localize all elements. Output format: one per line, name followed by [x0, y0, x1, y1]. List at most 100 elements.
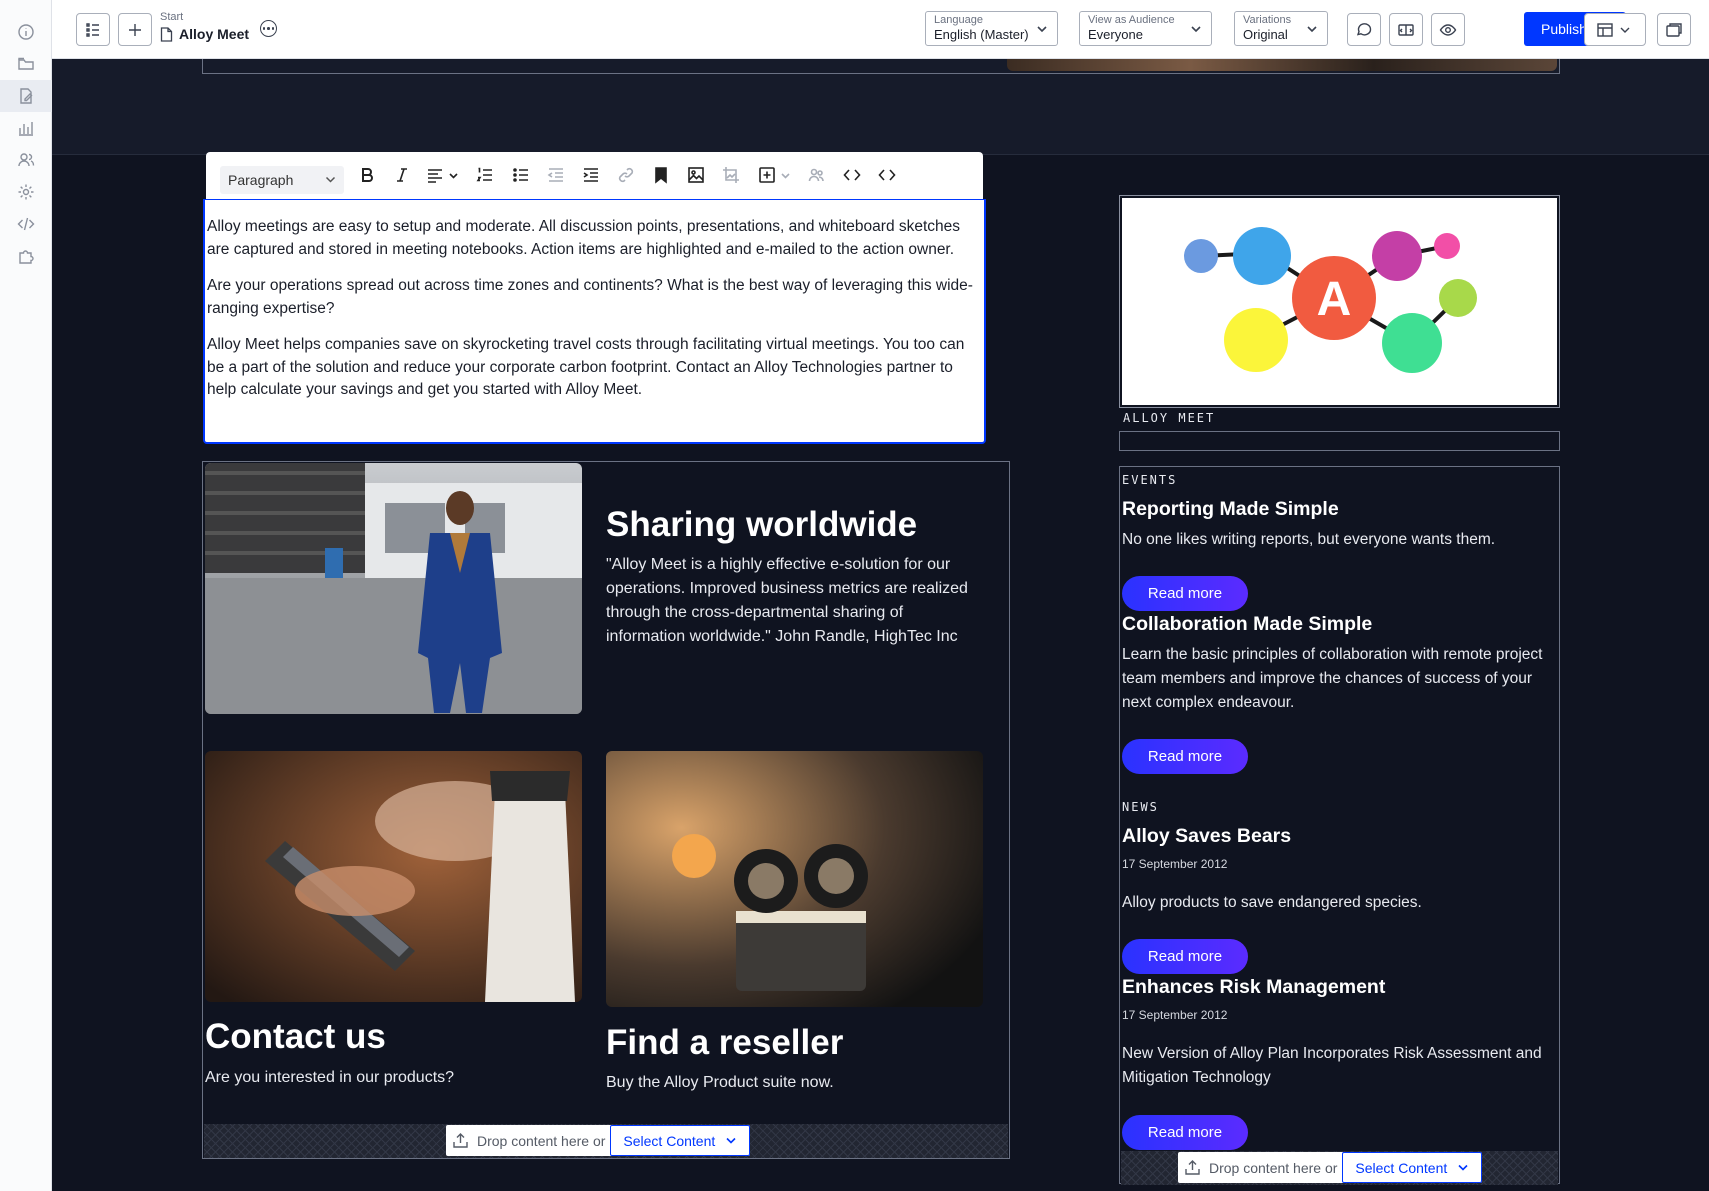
audience-value: Everyone	[1088, 27, 1143, 42]
news-1-text: Alloy products to save endangered specie…	[1122, 894, 1422, 911]
page-title: Alloy Meet	[160, 26, 249, 42]
chevron-down-icon	[1458, 1164, 1468, 1171]
windows-icon	[1666, 22, 1682, 37]
contact-title: Contact us	[205, 1017, 386, 1056]
event-2-title[interactable]: Collaboration Made Simple	[1122, 612, 1372, 636]
contact-text: Are you interested in our products?	[205, 1069, 455, 1086]
logo-letter: A	[1317, 273, 1352, 326]
sidebar-dropzone-pill: Drop content here or Select Content	[1178, 1152, 1483, 1183]
reseller-text: Buy the Alloy Product suite now.	[606, 1074, 834, 1091]
bookmark-icon[interactable]	[650, 164, 672, 186]
businessman-photo[interactable]	[205, 463, 582, 714]
news-2-read-more-button[interactable]: Read more	[1122, 1115, 1248, 1150]
select-content-button[interactable]: Select Content	[610, 1125, 751, 1156]
dropzone-pill: Drop content here or Select Content	[446, 1125, 751, 1156]
comments-button[interactable]	[1347, 13, 1381, 46]
reseller-title: Find a reseller	[606, 1023, 844, 1062]
folder-icon[interactable]	[14, 52, 38, 76]
upload-icon	[453, 1133, 468, 1148]
sidebar-select-content-button[interactable]: Select Content	[1342, 1152, 1483, 1183]
editor-paragraph-2[interactable]: Are your operations spread out across ti…	[207, 275, 984, 320]
chevron-down-icon	[1037, 26, 1047, 33]
block-format-select[interactable]: Paragraph	[220, 166, 344, 194]
numbered-list-icon[interactable]	[474, 164, 496, 186]
audience-label: View as Audience	[1088, 14, 1175, 26]
insert-block-icon[interactable]	[756, 164, 796, 186]
insert-image-icon[interactable]	[685, 164, 707, 186]
block-format-value: Paragraph	[228, 172, 294, 188]
outdent-icon[interactable]	[545, 164, 567, 186]
document-icon	[160, 26, 173, 42]
variations-select[interactable]: Variations Original	[1234, 11, 1328, 46]
chevron-down-icon	[726, 1137, 736, 1144]
news-2-title[interactable]: Enhances Risk Management	[1122, 975, 1385, 999]
event-2-text: Learn the basic principles of collaborat…	[1122, 646, 1543, 711]
events-heading: EVENTS	[1122, 473, 1178, 487]
users-icon[interactable]	[14, 148, 38, 172]
dropzone-text: Drop content here or	[477, 1132, 606, 1149]
event-1-read-more-button[interactable]: Read more	[1122, 576, 1248, 611]
edit-image-icon[interactable]	[720, 164, 742, 186]
language-select[interactable]: Language English (Master)	[925, 11, 1058, 46]
bullet-list-icon[interactable]	[510, 164, 532, 186]
info-icon[interactable]	[14, 20, 38, 44]
add-content-button[interactable]	[118, 13, 152, 46]
editor-toolbar: Start Alloy Meet Language English (Maste…	[52, 0, 1709, 59]
audience-select[interactable]: View as Audience Everyone	[1079, 11, 1212, 46]
comment-icon	[1356, 22, 1372, 36]
news-1-read-more-button[interactable]: Read more	[1122, 939, 1248, 974]
addons-puzzle-icon[interactable]	[14, 244, 38, 268]
upload-icon	[1185, 1160, 1200, 1175]
code-icon[interactable]	[14, 212, 38, 236]
alloy-meet-image-block[interactable]: A	[1119, 195, 1560, 408]
sharing-title: Sharing worldwide	[606, 505, 918, 544]
event-2-read-more-button[interactable]: Read more	[1122, 739, 1248, 774]
previous-block-image	[1007, 59, 1557, 71]
editor-paragraph-3[interactable]: Alloy Meet helps companies save on skyro…	[207, 334, 984, 402]
event-1-text: No one likes writing reports, but everyo…	[1122, 531, 1496, 548]
main-dropzone[interactable]: Drop content here or Select Content	[204, 1124, 1008, 1158]
page-tree-button[interactable]	[76, 13, 110, 46]
language-value: English (Master)	[934, 27, 1029, 42]
sidebar-select-content-label: Select Content	[1355, 1159, 1448, 1176]
sharing-text: "Alloy Meet is a highly effective e-solu…	[606, 556, 968, 645]
analytics-icon[interactable]	[14, 116, 38, 140]
page-title-text: Alloy Meet	[179, 26, 250, 42]
news-heading: NEWS	[1122, 800, 1159, 814]
view-layout-button[interactable]	[1584, 13, 1646, 46]
align-icon[interactable]	[424, 164, 464, 186]
chevron-down-icon	[325, 176, 336, 183]
chevron-down-icon	[1191, 26, 1201, 33]
language-label: Language	[934, 14, 983, 26]
bold-icon[interactable]	[356, 164, 378, 186]
empty-content-block[interactable]	[1119, 431, 1560, 451]
source-code-icon[interactable]	[841, 164, 863, 186]
sidebar-dropzone[interactable]: Drop content here or Select Content	[1121, 1151, 1558, 1185]
news-1-date: 17 September 2012	[1122, 857, 1228, 871]
open-panes-button[interactable]	[1657, 13, 1691, 46]
html-code-icon[interactable]	[876, 164, 898, 186]
rich-text-editor[interactable]: Alloy meetings are easy to setup and mod…	[203, 199, 986, 444]
link-icon[interactable]	[615, 164, 637, 186]
sidebar-dropzone-text: Drop content here or	[1209, 1159, 1338, 1176]
phone-coffee-photo[interactable]	[205, 751, 582, 1002]
image-caption: ALLOY MEET	[1123, 411, 1216, 425]
alloy-meet-logo-image: A	[1184, 227, 1477, 373]
edit-page-icon[interactable]	[0, 80, 52, 112]
compare-button[interactable]	[1389, 13, 1423, 46]
italic-icon[interactable]	[391, 164, 413, 186]
news-1-title[interactable]: Alloy Saves Bears	[1122, 824, 1291, 848]
personalize-icon[interactable]	[805, 164, 827, 186]
settings-gear-icon[interactable]	[14, 180, 38, 204]
breadcrumb-start[interactable]: Start	[160, 11, 183, 23]
preview-button[interactable]	[1431, 13, 1465, 46]
event-1-title[interactable]: Reporting Made Simple	[1122, 497, 1339, 521]
select-content-label: Select Content	[623, 1132, 716, 1149]
chevron-down-icon	[1307, 26, 1317, 33]
indent-icon[interactable]	[580, 164, 602, 186]
more-options-icon[interactable]	[260, 20, 277, 37]
editor-paragraph-1[interactable]: Alloy meetings are easy to setup and mod…	[207, 216, 984, 261]
binoculars-photo[interactable]	[606, 751, 983, 1007]
compare-icon	[1398, 23, 1414, 36]
plus-icon	[129, 23, 141, 36]
